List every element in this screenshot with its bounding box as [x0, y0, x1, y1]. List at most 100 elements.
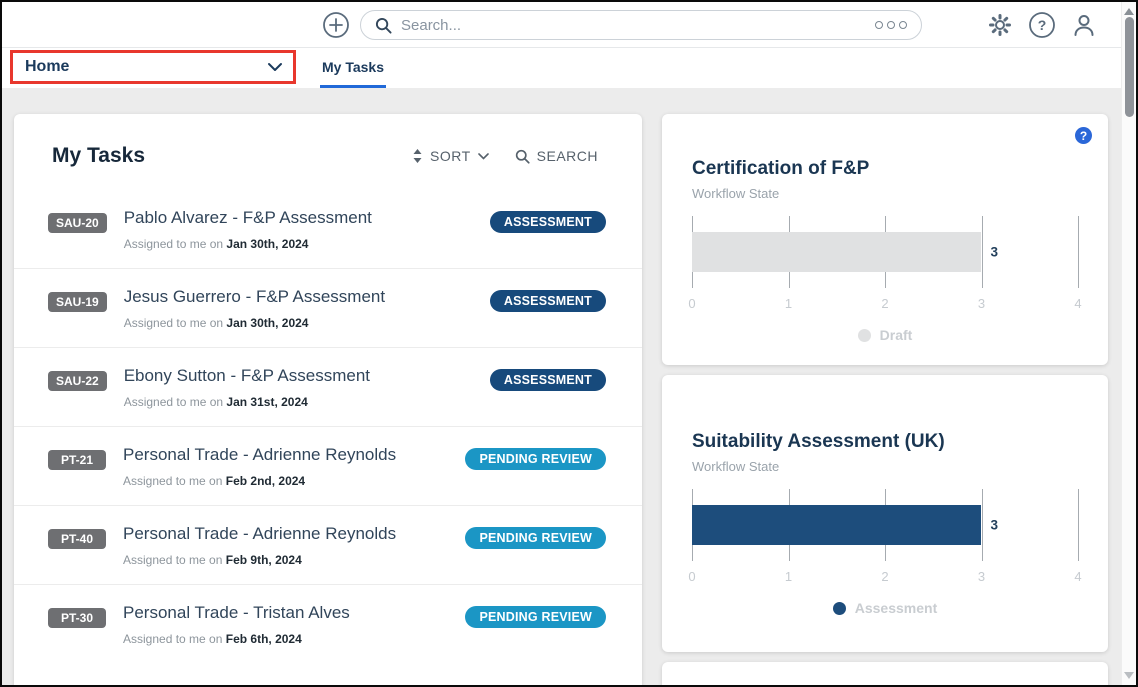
chart-subtitle: Workflow State	[692, 459, 1078, 474]
sort-arrows-icon	[412, 149, 423, 163]
top-right-icons: ?	[986, 11, 1098, 39]
task-title[interactable]: Ebony Sutton - F&P Assessment	[124, 366, 478, 386]
chart-legend[interactable]: Assessment	[662, 600, 1108, 616]
axis-tick-label: 4	[1074, 296, 1081, 311]
chart-bar[interactable]	[692, 232, 981, 272]
task-text: Ebony Sutton - F&P Assessment Assigned t…	[124, 366, 478, 409]
legend-label: Assessment	[855, 600, 938, 616]
task-assigned-text: Assigned to me on Feb 2nd, 2024	[123, 474, 453, 488]
task-text: Personal Trade - Adrienne Reynolds Assig…	[123, 445, 453, 488]
panel-search-button[interactable]: SEARCH	[515, 148, 598, 164]
add-button[interactable]	[322, 11, 350, 39]
sort-button[interactable]: SORT	[412, 148, 489, 164]
axis-tick-label: 0	[688, 296, 695, 311]
task-assigned-date: Jan 31st, 2024	[226, 395, 307, 409]
chart-card: ? Suitability Assessment (UK) Workflow S…	[662, 375, 1108, 652]
legend-dot-icon	[858, 329, 871, 342]
axis-tick-label: 1	[785, 569, 792, 584]
task-assigned-text: Assigned to me on Jan 30th, 2024	[124, 316, 478, 330]
task-row[interactable]: PT-21 Personal Trade - Adrienne Reynolds…	[14, 426, 642, 505]
home-dropdown[interactable]: Home	[10, 50, 296, 84]
chart-plot-area: 3	[692, 216, 1078, 288]
sort-label: SORT	[430, 148, 471, 164]
task-assigned-date: Feb 9th, 2024	[226, 553, 302, 567]
task-title[interactable]: Personal Trade - Adrienne Reynolds	[123, 524, 453, 544]
task-status-badge: ASSESSMENT	[490, 369, 606, 391]
task-status-badge: ASSESSMENT	[490, 211, 606, 233]
legend-dot-icon	[833, 602, 846, 615]
chart-bar-value: 3	[991, 245, 999, 260]
app-window: Search... ?	[0, 0, 1138, 687]
axis-tick-label: 3	[978, 569, 985, 584]
task-assigned-date: Jan 30th, 2024	[226, 237, 308, 251]
settings-gear-icon[interactable]	[986, 11, 1014, 39]
task-row[interactable]: SAU-19 Jesus Guerrero - F&P Assessment A…	[14, 268, 642, 347]
scroll-down-arrow-icon[interactable]	[1124, 672, 1134, 679]
task-status-badge: PENDING REVIEW	[465, 448, 606, 470]
task-id-badge: PT-40	[48, 529, 106, 549]
tab-my-tasks[interactable]: My Tasks	[320, 48, 386, 89]
help-circle-icon[interactable]: ?	[1028, 11, 1056, 39]
search-options-icon[interactable]	[875, 21, 907, 29]
task-text: Personal Trade - Adrienne Reynolds Assig…	[123, 524, 453, 567]
task-title[interactable]: Pablo Alvarez - F&P Assessment	[124, 208, 478, 228]
chart-title: Certification of F&P	[692, 158, 1078, 180]
task-row[interactable]: SAU-20 Pablo Alvarez - F&P Assessment As…	[14, 190, 642, 268]
chart-title: Suitability Assessment (UK)	[692, 431, 1078, 453]
chart-help-icon[interactable]: ?	[1075, 127, 1092, 144]
search-placeholder: Search...	[401, 17, 461, 34]
search-icon	[515, 149, 530, 164]
panel-title: My Tasks	[52, 144, 145, 168]
my-tasks-panel-header: My Tasks SORT	[14, 114, 642, 190]
task-assigned-date: Feb 2nd, 2024	[226, 474, 305, 488]
task-assigned-text: Assigned to me on Jan 31st, 2024	[124, 395, 478, 409]
task-text: Jesus Guerrero - F&P Assessment Assigned…	[124, 287, 478, 330]
axis-tick-label: 2	[881, 296, 888, 311]
next-panel-partial	[662, 662, 1108, 685]
task-row[interactable]: PT-30 Personal Trade - Tristan Alves Ass…	[14, 584, 642, 663]
home-dropdown-label: Home	[25, 58, 69, 76]
task-list: SAU-20 Pablo Alvarez - F&P Assessment As…	[14, 190, 642, 663]
nav-tab-row: Home My Tasks	[2, 47, 1136, 88]
chart-legend[interactable]: Draft	[662, 327, 1108, 343]
task-id-badge: SAU-22	[48, 371, 107, 391]
profile-person-icon[interactable]	[1070, 11, 1098, 39]
chart-bar-value: 3	[991, 518, 999, 533]
panel-search-label: SEARCH	[537, 148, 598, 164]
task-text: Pablo Alvarez - F&P Assessment Assigned …	[124, 208, 478, 251]
search-icon	[375, 17, 392, 34]
axis-tick-label: 2	[881, 569, 888, 584]
chart-bar[interactable]	[692, 505, 981, 545]
chart-axis-labels: 01234	[692, 569, 1078, 585]
task-title[interactable]: Jesus Guerrero - F&P Assessment	[124, 287, 478, 307]
task-row[interactable]: SAU-22 Ebony Sutton - F&P Assessment Ass…	[14, 347, 642, 426]
page-scrollbar[interactable]	[1121, 2, 1136, 685]
task-row[interactable]: PT-40 Personal Trade - Adrienne Reynolds…	[14, 505, 642, 584]
scrollbar-thumb[interactable]	[1125, 17, 1134, 117]
top-bar: Search... ?	[2, 2, 1136, 47]
task-title[interactable]: Personal Trade - Adrienne Reynolds	[123, 445, 453, 465]
legend-label: Draft	[880, 327, 913, 343]
task-id-badge: PT-21	[48, 450, 106, 470]
chart-card: ? Certification of F&P Workflow State 3 …	[662, 114, 1108, 365]
task-assigned-text: Assigned to me on Jan 30th, 2024	[124, 237, 478, 251]
task-text: Personal Trade - Tristan Alves Assigned …	[123, 603, 453, 646]
global-search-input[interactable]: Search...	[360, 10, 922, 40]
task-title[interactable]: Personal Trade - Tristan Alves	[123, 603, 453, 623]
task-assigned-text: Assigned to me on Feb 6th, 2024	[123, 632, 453, 646]
task-assigned-date: Jan 30th, 2024	[226, 316, 308, 330]
task-id-badge: SAU-19	[48, 292, 107, 312]
task-id-badge: PT-30	[48, 608, 106, 628]
axis-tick-line	[1078, 489, 1079, 561]
main-content: My Tasks SORT	[2, 88, 1136, 685]
axis-tick-label: 0	[688, 569, 695, 584]
task-status-badge: PENDING REVIEW	[465, 606, 606, 628]
axis-tick-label: 3	[978, 296, 985, 311]
chart-axis-labels: 01234	[692, 296, 1078, 312]
task-assigned-date: Feb 6th, 2024	[226, 632, 302, 646]
scroll-up-arrow-icon[interactable]	[1124, 8, 1134, 15]
axis-tick-line	[982, 489, 983, 561]
panel-controls: SORT SEARCH	[412, 148, 598, 164]
task-assigned-text: Assigned to me on Feb 9th, 2024	[123, 553, 453, 567]
task-status-badge: PENDING REVIEW	[465, 527, 606, 549]
